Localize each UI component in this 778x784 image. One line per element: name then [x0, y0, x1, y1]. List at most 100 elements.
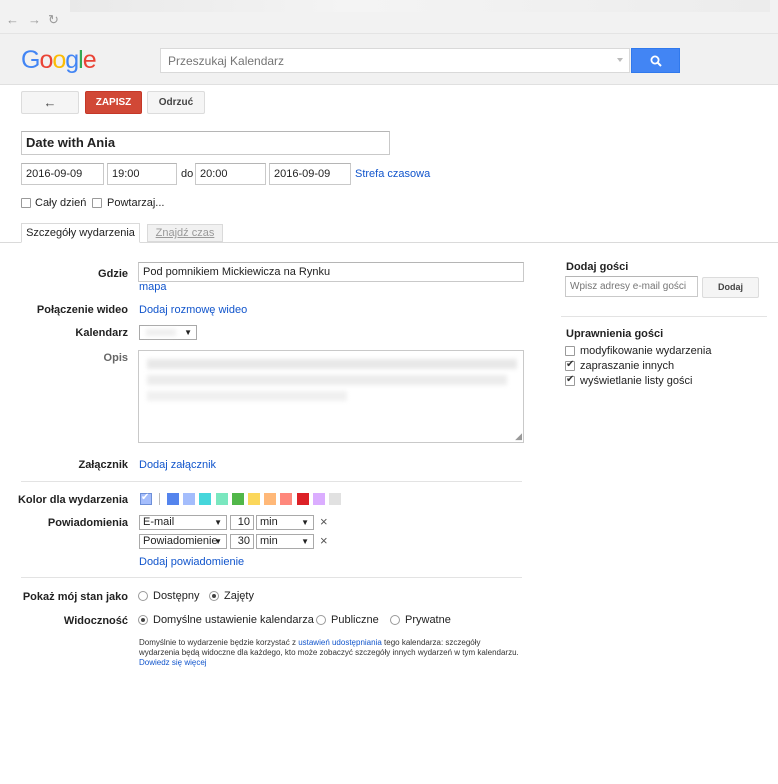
notification-type-value: Powiadomienie: [143, 535, 218, 547]
add-guest-button[interactable]: Dodaj: [702, 277, 759, 298]
visibility-label: Widoczność: [63, 615, 128, 627]
repeat-checkbox[interactable]: [92, 198, 102, 208]
selected-check-icon: ✔: [141, 492, 150, 503]
add-notification-link[interactable]: Dodaj powiadomienie: [139, 556, 244, 568]
permission-modify-label: modyfikowanie wydarzenia: [580, 345, 712, 357]
calendar-select[interactable]: ▼: [139, 325, 197, 340]
search-input[interactable]: [161, 49, 601, 72]
permission-see-guests-label: wyświetlanie listy gości: [580, 375, 693, 387]
divider: [21, 481, 522, 482]
start-time-input[interactable]: 19:00: [107, 163, 177, 185]
permission-modify-checkbox[interactable]: [565, 346, 575, 356]
notification-unit-select[interactable]: min ▼: [256, 534, 314, 549]
visibility-default-radio[interactable]: [138, 615, 148, 625]
all-day-checkbox[interactable]: [21, 198, 31, 208]
visibility-public-radio[interactable]: [316, 615, 326, 625]
notification-type-select[interactable]: Powiadomienie ▼: [139, 534, 227, 549]
calendar-label: Kalendarz: [75, 327, 128, 339]
browser-forward-icon[interactable]: →: [28, 12, 41, 27]
search-button[interactable]: [631, 48, 680, 73]
description-textarea[interactable]: ◢: [138, 350, 524, 443]
search-box[interactable]: [160, 48, 630, 73]
description-redacted-line: [147, 359, 517, 369]
visibility-private-label: Prywatne: [405, 614, 451, 626]
color-swatch-default[interactable]: ✔: [140, 492, 152, 505]
event-title-input[interactable]: Date with Ania: [21, 131, 390, 155]
sharing-settings-link[interactable]: ustawień udostępniania: [298, 638, 382, 647]
description-redacted-line: [147, 391, 347, 401]
where-input[interactable]: Pod pomnikiem Mickiewicza na Rynku: [138, 262, 524, 282]
color-swatch[interactable]: [231, 493, 244, 505]
learn-more-link[interactable]: Dowiedz się więcej: [139, 658, 207, 667]
show-as-busy-radio[interactable]: [209, 591, 219, 601]
back-button[interactable]: ←: [21, 91, 79, 114]
timezone-link[interactable]: Strefa czasowa: [355, 168, 430, 180]
add-guests-title: Dodaj gości: [566, 261, 629, 273]
logo-letter: o: [52, 46, 66, 74]
save-button[interactable]: ZAPISZ: [85, 91, 142, 114]
show-as-available-radio[interactable]: [138, 591, 148, 601]
repeat-label: Powtarzaj...: [107, 197, 165, 209]
tab-find-time-label: Znajdź czas: [155, 227, 215, 239]
color-swatch[interactable]: [280, 493, 293, 505]
show-as-available-label: Dostępny: [153, 590, 200, 602]
map-link[interactable]: mapa: [139, 281, 167, 293]
color-swatch[interactable]: [312, 493, 325, 505]
add-attachment-link[interactable]: Dodaj załącznik: [139, 459, 216, 471]
notification-type-value: E-mail: [143, 516, 175, 528]
remove-notification-icon[interactable]: ×: [320, 533, 328, 548]
notification-unit-select[interactable]: min ▼: [256, 515, 314, 530]
notification-value-input[interactable]: 30: [230, 534, 254, 549]
color-swatch[interactable]: [248, 493, 260, 505]
back-arrow-icon: ←: [43, 95, 57, 110]
color-swatch[interactable]: [264, 493, 277, 505]
dropdown-arrow-icon: ▼: [301, 518, 309, 527]
tab-event-details[interactable]: Szczegóły wydarzenia: [21, 223, 140, 243]
divider: [21, 577, 522, 578]
guest-email-input[interactable]: [565, 276, 698, 297]
calendar-name-redacted: [146, 329, 176, 336]
notifications-label: Powiadomienia: [47, 517, 128, 529]
notification-unit-value: min: [260, 535, 278, 547]
tab-find-time[interactable]: Znajdź czas: [147, 224, 223, 242]
add-video-call-link[interactable]: Dodaj rozmowę wideo: [139, 304, 247, 316]
visibility-note-text: Domyślnie to wydarzenie będzie korzystać…: [139, 638, 299, 647]
discard-button[interactable]: Odrzuć: [147, 91, 205, 114]
notification-unit-value: min: [260, 516, 278, 528]
notification-value-input[interactable]: 10: [230, 515, 254, 530]
color-swatch[interactable]: [167, 493, 179, 505]
color-swatch[interactable]: [215, 493, 228, 505]
color-swatch[interactable]: [329, 493, 341, 505]
end-time-input[interactable]: 20:00: [195, 163, 266, 185]
google-logo[interactable]: Google: [21, 46, 97, 75]
logo-letter: o: [39, 46, 53, 74]
visibility-private-radio[interactable]: [390, 615, 400, 625]
end-date-input[interactable]: 2016-09-09: [269, 163, 351, 185]
resize-grip-icon[interactable]: ◢: [515, 431, 522, 442]
browser-reload-icon[interactable]: ↻: [48, 12, 59, 28]
permission-invite-label: zapraszanie innych: [580, 360, 675, 372]
search-icon: [650, 55, 662, 67]
notification-type-select[interactable]: E-mail ▼: [139, 515, 227, 530]
color-swatch[interactable]: [183, 493, 196, 505]
search-dropdown-icon[interactable]: [617, 58, 623, 62]
start-date-input[interactable]: 2016-09-09: [21, 163, 104, 185]
dropdown-arrow-icon: ▼: [214, 537, 222, 546]
browser-toolbar: ← → ↻: [0, 0, 778, 34]
where-label: Gdzie: [98, 268, 128, 280]
visibility-public-label: Publiczne: [331, 614, 379, 626]
color-swatch[interactable]: [199, 493, 212, 505]
show-as-label: Pokaż mój stan jako: [22, 591, 128, 603]
all-day-label: Cały dzień: [35, 197, 87, 209]
description-label: Opis: [103, 352, 128, 364]
browser-back-icon[interactable]: ←: [6, 12, 19, 27]
permission-invite-checkbox[interactable]: [565, 359, 575, 371]
remove-notification-icon[interactable]: ×: [320, 514, 328, 529]
divider: [561, 316, 767, 317]
dropdown-arrow-icon: ▼: [214, 518, 222, 527]
dropdown-arrow-icon: ▼: [184, 328, 192, 337]
permission-see-guests-checkbox[interactable]: [565, 374, 575, 386]
browser-tabs-strip: [70, 0, 770, 12]
color-swatch[interactable]: [296, 493, 309, 505]
show-as-busy-label: Zajęty: [224, 590, 254, 602]
